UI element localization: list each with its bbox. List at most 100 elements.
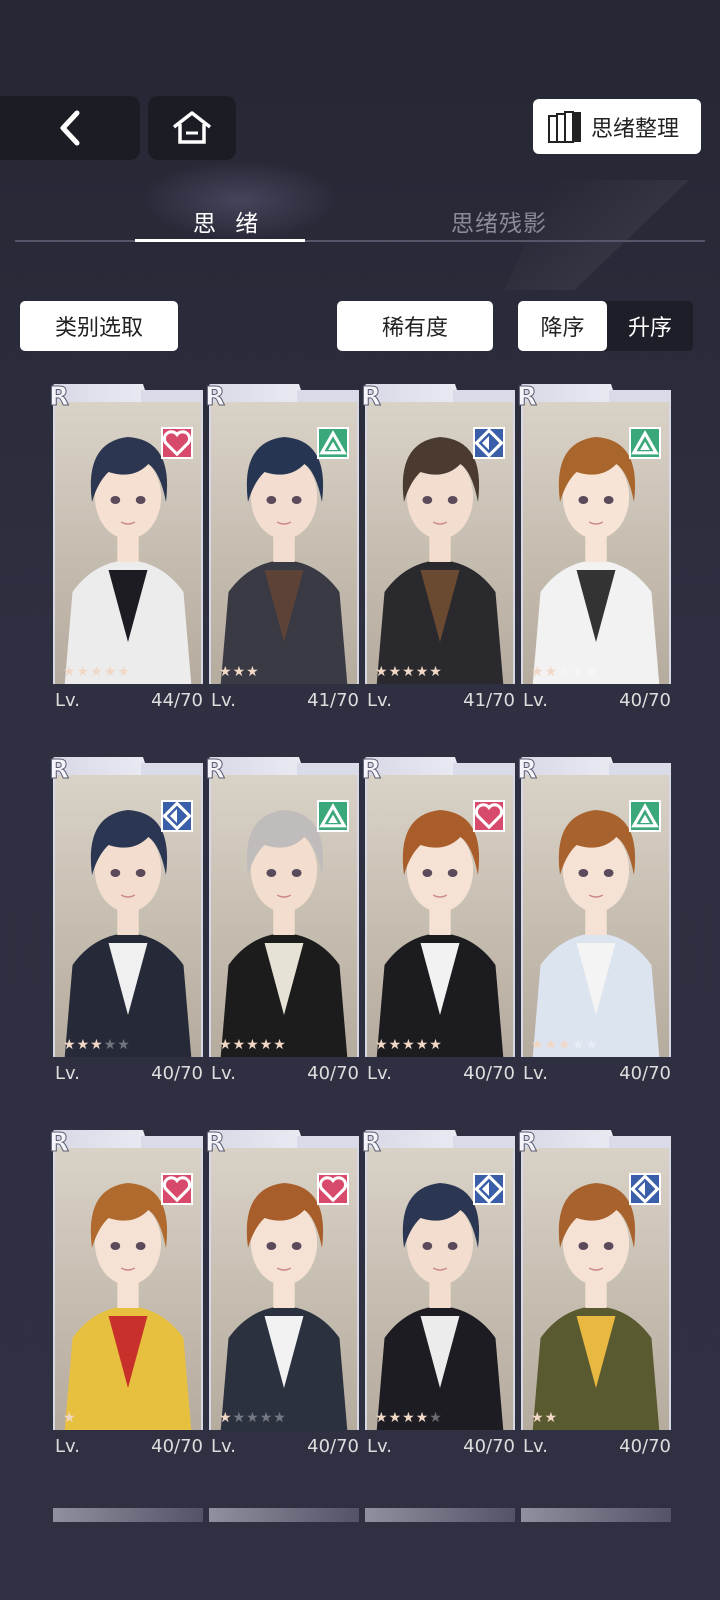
star-icon: ★ [246,1037,260,1053]
character-portrait: ★★★★★ [365,402,515,684]
level-label: Lv. [211,1436,237,1457]
star-rating: ★★★★★ [375,1037,443,1053]
star-icon: ★ [415,1410,430,1426]
memory-card[interactable]: ★★★★★ R Lv. 40/70 [516,382,675,711]
memory-card[interactable]: ★★★★★ R Lv. 41/70 [360,382,519,711]
star-rating: ★★★★★ [375,664,443,680]
star-rating: ★★★★★ [63,664,131,680]
star-icon: ★ [103,664,118,680]
rarity-badge: R [516,382,538,412]
memory-card[interactable]: ★★★ R Lv. 41/70 [204,382,363,711]
triangle-attribute-icon [317,427,349,459]
star-icon: ★ [402,664,416,680]
level-value: 40/70 [619,1063,671,1084]
heart-attribute-icon [317,1173,349,1205]
star-rating: ★★★★★ [219,1410,287,1426]
memory-card[interactable]: ★★★★★ R Lv. 40/70 [360,1128,519,1457]
star-icon: ★ [415,1037,430,1053]
level-label: Lv. [55,1436,81,1457]
star-icon: ★ [558,1037,572,1053]
level-label: Lv. [367,1063,393,1084]
star-icon: ★ [571,1037,586,1053]
star-icon: ★ [388,1037,403,1053]
star-icon: ★ [103,1037,118,1053]
star-rating: ★★★★★ [531,1037,599,1053]
rarity-badge: R [360,1128,382,1158]
rarity-badge: R [360,382,382,412]
character-portrait: ★★ [521,1148,671,1430]
star-icon: ★ [429,1410,443,1426]
level-value: 40/70 [463,1063,515,1084]
memory-card[interactable]: ★★★★★ R Lv. 40/70 [516,755,675,1084]
star-rating: ★★★★★ [375,1410,443,1426]
level-label: Lv. [211,1063,237,1084]
memory-card[interactable]: ★★★★★ R Lv. 40/70 [204,1128,363,1457]
character-portrait: ★★★★★ [209,1148,359,1430]
rarity-badge: R [204,382,226,412]
diamond-attribute-icon [629,1173,661,1205]
level-value: 44/70 [151,690,203,711]
memory-card[interactable]: ★★★★★ R Lv. 40/70 [48,757,207,1084]
rarity-badge: R [360,755,382,785]
character-portrait: ★★★★★ [209,775,359,1057]
diamond-attribute-icon [473,1173,505,1205]
level-label: Lv. [367,1436,393,1457]
star-icon: ★ [259,1037,274,1053]
memory-card[interactable]: ★★★★★ R Lv. 40/70 [360,755,519,1084]
star-icon: ★ [585,664,599,680]
star-icon: ★ [63,1410,77,1426]
star-icon: ★ [76,1037,91,1053]
memory-card[interactable]: ★★★★★ R Lv. 44/70 [48,382,207,711]
star-icon: ★ [544,1037,559,1053]
heart-attribute-icon [161,427,193,459]
star-rating: ★★ [531,1410,558,1426]
level-label: Lv. [211,690,237,711]
rarity-badge: R [516,755,538,785]
star-icon: ★ [90,664,104,680]
star-icon: ★ [375,1410,389,1426]
star-icon: ★ [415,664,430,680]
memory-card[interactable]: ★★ R Lv. 40/70 [516,1130,675,1457]
level-value: 40/70 [151,1063,203,1084]
star-icon: ★ [375,664,389,680]
level-label: Lv. [55,690,81,711]
star-rating: ★★★★★ [219,1037,287,1053]
card-tab-strip [297,1136,359,1148]
level-value: 40/70 [307,1436,359,1457]
heart-attribute-icon [473,800,505,832]
rarity-badge: R [48,382,70,412]
triangle-attribute-icon [629,800,661,832]
star-icon: ★ [531,1037,545,1053]
character-portrait: ★★★★★ [53,775,203,1057]
star-icon: ★ [76,664,91,680]
memory-card[interactable]: ★★★★★ R Lv. 40/70 [204,755,363,1084]
card-tab-strip [609,390,671,402]
heart-attribute-icon [161,1173,193,1205]
level-value: 41/70 [307,690,359,711]
level-value: 40/70 [463,1436,515,1457]
star-icon: ★ [232,1037,247,1053]
character-portrait: ★★★★★ [365,775,515,1057]
level-value: 40/70 [619,1436,671,1457]
star-icon: ★ [246,664,260,680]
star-icon: ★ [531,664,545,680]
level-value: 41/70 [463,690,515,711]
level-label: Lv. [523,1436,549,1457]
card-tab-strip [141,1136,203,1148]
rarity-badge: R [204,755,226,785]
star-icon: ★ [388,664,403,680]
level-label: Lv. [523,690,549,711]
card-tab-strip [297,390,359,402]
card-edge-partial [53,1508,203,1522]
star-icon: ★ [219,1410,233,1426]
star-icon: ★ [117,664,131,680]
star-icon: ★ [544,1410,559,1426]
memory-card[interactable]: ★ R Lv. 40/70 [48,1130,207,1457]
star-icon: ★ [259,1410,274,1426]
card-edge-partial [209,1508,359,1522]
star-icon: ★ [402,1037,416,1053]
level-label: Lv. [367,690,393,711]
rarity-badge: R [204,1128,226,1158]
star-icon: ★ [117,1037,131,1053]
card-grid: ★★★★★ R Lv. 44/70 ★★★ R Lv. 41/70 ★★★★★ R Lv. 41/70… [0,0,720,1600]
